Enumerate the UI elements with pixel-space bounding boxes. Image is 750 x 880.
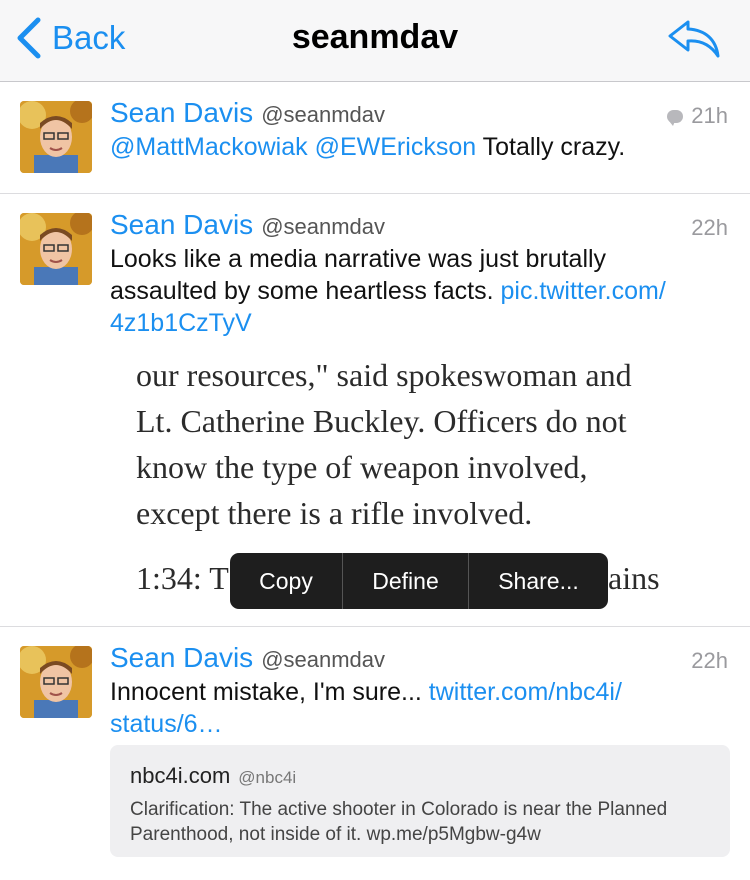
photo-text: our resources," said spokeswoman and Lt.… bbox=[136, 352, 730, 536]
profile-photo bbox=[20, 101, 92, 173]
pic-link[interactable]: 4z1b1CzTyV bbox=[110, 307, 730, 339]
card-header: nbc4i.com @nbc4i bbox=[130, 763, 296, 789]
time-label: 22h bbox=[691, 648, 728, 673]
author-name[interactable]: Sean Davis bbox=[110, 209, 253, 241]
share-button[interactable]: Share... bbox=[469, 553, 608, 609]
profile-photo bbox=[20, 213, 92, 285]
mention-link[interactable]: @EWErickson bbox=[315, 133, 477, 161]
avatar[interactable] bbox=[20, 213, 92, 285]
author-name[interactable]: Sean Davis bbox=[110, 642, 253, 674]
photo-line: except there is a rifle involved. bbox=[136, 495, 533, 531]
author-name[interactable]: Sean Davis bbox=[110, 97, 253, 129]
profile-photo bbox=[20, 646, 92, 718]
link-preview-card[interactable]: nbc4i.com @nbc4i Clarification: The acti… bbox=[110, 745, 730, 857]
photo-line: 1:34: T bbox=[136, 560, 229, 596]
tweet-header: Sean Davis @seanmdav bbox=[110, 209, 385, 245]
author-handle: @seanmdav bbox=[261, 214, 386, 239]
tweet-header: Sean Davis @seanmdav bbox=[110, 97, 385, 133]
time-label: 22h bbox=[691, 215, 728, 240]
text-line: Innocent mistake, I'm sure... twitter.co… bbox=[110, 676, 730, 708]
avatar[interactable] bbox=[20, 646, 92, 718]
status-link[interactable]: status/6… bbox=[110, 708, 730, 740]
tweet-1[interactable]: Sean Davis @seanmdav 21h @MattMackowiak … bbox=[0, 83, 750, 194]
photo-line: know the type of weapon involved, bbox=[136, 449, 588, 485]
tweet-text: Looks like a media narrative was just br… bbox=[110, 243, 730, 339]
card-author-name: nbc4i.com bbox=[130, 763, 231, 788]
text-line: Looks like a media narrative was just br… bbox=[110, 245, 607, 273]
define-button[interactable]: Define bbox=[343, 553, 468, 609]
tweet-timestamp: 22h bbox=[691, 215, 728, 241]
tweet-timestamp: 21h bbox=[667, 103, 728, 129]
reply-bubble-icon bbox=[667, 109, 684, 126]
tweet-text: Innocent mistake, I'm sure... twitter.co… bbox=[110, 676, 730, 740]
text-segment: assaulted by some heartless facts. bbox=[110, 277, 494, 305]
tweet-text: @MattMackowiak @EWErickson Totally crazy… bbox=[110, 131, 730, 163]
tweet-header: Sean Davis @seanmdav bbox=[110, 642, 385, 678]
tweet-timestamp: 22h bbox=[691, 648, 728, 674]
nav-bar: Back seanmdav bbox=[0, 0, 750, 82]
avatar[interactable] bbox=[20, 101, 92, 173]
status-link[interactable]: twitter.com/nbc4i/ bbox=[429, 678, 622, 706]
reply-icon[interactable] bbox=[666, 16, 722, 60]
page-title: seanmdav bbox=[291, 18, 459, 56]
edit-callout-menu: Copy Define Share... bbox=[230, 553, 608, 609]
author-handle: @seanmdav bbox=[261, 102, 386, 127]
text-segment bbox=[308, 133, 315, 161]
time-label: 21h bbox=[691, 103, 728, 128]
text-line: assaulted by some heartless facts. pic.t… bbox=[110, 275, 730, 307]
card-author-handle: @nbc4i bbox=[238, 768, 297, 787]
text-segment: Innocent mistake, I'm sure... bbox=[110, 678, 422, 706]
card-text: Clarification: The active shooter in Col… bbox=[130, 799, 668, 845]
copy-button[interactable]: Copy bbox=[230, 553, 342, 609]
author-handle: @seanmdav bbox=[261, 647, 386, 672]
mention-link[interactable]: @MattMackowiak bbox=[110, 133, 308, 161]
photo-line: ains bbox=[608, 560, 660, 596]
pic-link[interactable]: pic.twitter.com/ bbox=[500, 277, 665, 305]
photo-line: Lt. Catherine Buckley. Officers do not bbox=[136, 403, 627, 439]
text-segment: Totally crazy. bbox=[476, 133, 626, 161]
photo-line: our resources," said spokeswoman and bbox=[136, 357, 632, 393]
